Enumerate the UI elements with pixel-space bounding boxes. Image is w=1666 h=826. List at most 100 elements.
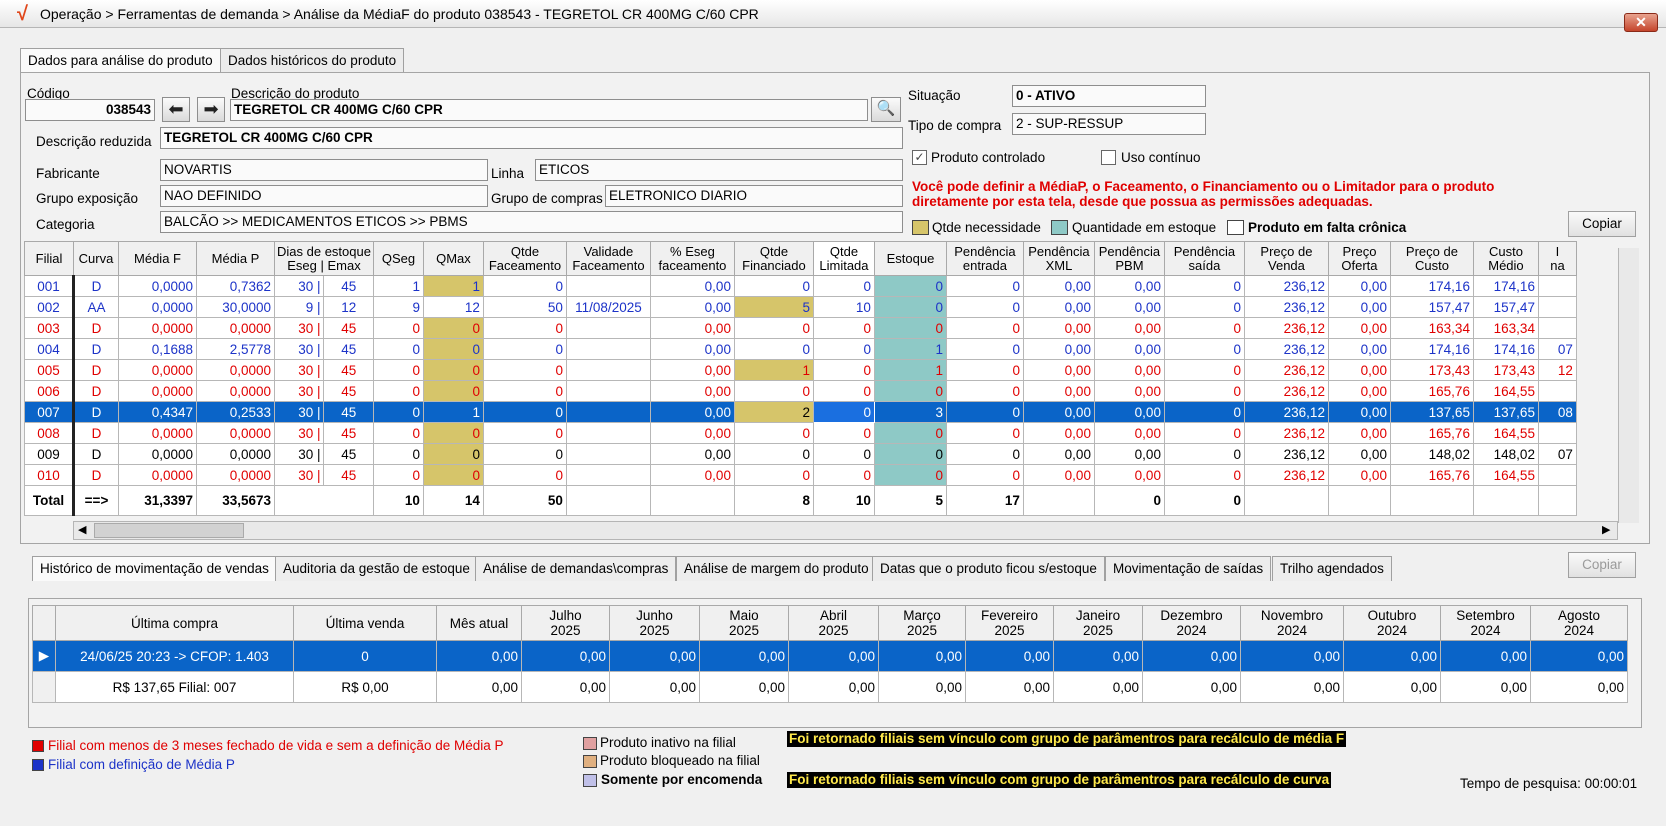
grid-cell[interactable]: 0 (372, 443, 424, 465)
col-media-p[interactable]: Média P (196, 241, 275, 276)
tab-trilho-agendados[interactable]: Trilho agendados (1272, 556, 1392, 581)
grid-cell[interactable]: 0,00 (649, 464, 735, 486)
grid-cell[interactable]: 1 (873, 338, 947, 360)
grid-cell[interactable]: 0,00 (1022, 422, 1095, 444)
grid-cell[interactable]: 0 (372, 401, 424, 423)
grid-cell[interactable]: 0,00 (1093, 275, 1165, 297)
grid-cell[interactable]: D (73, 380, 119, 402)
col-preco-oferta[interactable]: Preço Oferta (1327, 241, 1391, 276)
grid-cell[interactable] (1537, 296, 1577, 318)
grid-cell[interactable]: 0 (422, 380, 484, 402)
copy-button-bottom[interactable]: Copiar (1568, 552, 1636, 578)
grid-cell[interactable]: 0 (733, 380, 814, 402)
grid-cell[interactable]: 0,00 (1022, 296, 1095, 318)
fabricante-field[interactable]: NOVARTIS (160, 159, 488, 181)
grid-cell[interactable]: 45 (323, 275, 374, 297)
tab-historico-vendas[interactable]: Histórico de movimentação de vendas (32, 556, 277, 581)
history-cell[interactable]: 0,00 (1053, 671, 1143, 703)
grid-cell[interactable]: 0,00 (1022, 464, 1095, 486)
grid-cell[interactable]: 0,00 (649, 275, 735, 297)
grid-cell[interactable]: 45 (323, 380, 374, 402)
col-preco-custo[interactable]: Preço de Custo (1389, 241, 1474, 276)
grid-cell[interactable] (565, 443, 651, 465)
grid-cell[interactable]: 0,0000 (196, 422, 275, 444)
grid-cell[interactable]: 0 (945, 296, 1024, 318)
grid-cell[interactable]: 0,00 (649, 296, 735, 318)
grid-cell[interactable]: 0 (422, 338, 484, 360)
grid-cell[interactable]: 0,00 (1327, 422, 1391, 444)
next-product-button[interactable]: ➡ (197, 97, 225, 122)
col-qmax[interactable]: QMax (422, 241, 484, 276)
grid-cell[interactable]: 236,12 (1243, 275, 1329, 297)
grupo-compras-field[interactable]: ELETRONICO DIARIO (605, 185, 903, 207)
grid-cell[interactable]: 0,0000 (196, 443, 275, 465)
grid-cell[interactable]: 0 (733, 317, 814, 339)
copy-button-top[interactable]: Copiar (1568, 211, 1636, 237)
grid-cell[interactable] (565, 422, 651, 444)
grid-cell[interactable]: 9 | (273, 296, 324, 318)
grid-cell[interactable]: 0 (482, 422, 567, 444)
history-cell[interactable]: 0,00 (436, 640, 522, 672)
history-cell[interactable]: 0,00 (609, 640, 700, 672)
grid-cell[interactable]: 0 (1163, 296, 1245, 318)
grid-cell[interactable] (1537, 422, 1577, 444)
history-cell[interactable]: 0,00 (878, 671, 966, 703)
history-cell[interactable]: 0,00 (788, 640, 879, 672)
grid-cell[interactable]: 0,00 (1327, 296, 1391, 318)
grid-cell[interactable]: 174,16 (1389, 338, 1474, 360)
history-cell[interactable]: 24/06/25 20:23 -> CFOP: 1.403 (55, 640, 294, 672)
categoria-field[interactable]: BALCÃO >> MEDICAMENTOS ETICOS >> PBMS (160, 211, 903, 233)
grid-cell[interactable]: 0 (812, 401, 875, 423)
grid-cell[interactable]: 30,0000 (196, 296, 275, 318)
grid-cell[interactable]: 165,76 (1389, 464, 1474, 486)
tab-dados-analise[interactable]: Dados para análise do produto (20, 48, 221, 73)
grid-cell[interactable]: 0 (372, 464, 424, 486)
table-row[interactable]: 010 D 0,0000 0,0000 30 | 45 0 0 0 0,00 0 0 0 0 0,00 0,0… (24, 464, 1577, 486)
history-cell[interactable]: R$ 0,00 (293, 671, 437, 703)
history-cell[interactable]: 0,00 (699, 671, 789, 703)
grid-cell[interactable]: 0 (1163, 422, 1245, 444)
grid-cell[interactable]: 0 (482, 275, 567, 297)
grid-cell[interactable]: 0,00 (1022, 443, 1095, 465)
grid-cell[interactable]: 0,0000 (118, 380, 197, 402)
col-ultima-compra[interactable]: Última compra (55, 605, 294, 641)
grid-cell[interactable]: 0 (812, 338, 875, 360)
grid-cell[interactable]: 0,0000 (118, 275, 197, 297)
grid-cell[interactable]: D (73, 275, 119, 297)
grid-cell[interactable]: 0 (422, 317, 484, 339)
grid-cell[interactable]: 0,7362 (196, 275, 275, 297)
grid-cell[interactable]: 0 (873, 317, 947, 339)
grid-cell[interactable]: 001 (24, 275, 75, 297)
history-cell[interactable]: 0,00 (1440, 671, 1531, 703)
col-setembro-2024[interactable]: Setembro 2024 (1440, 605, 1531, 641)
grid-cell[interactable]: 0 (733, 422, 814, 444)
grid-cell[interactable]: 0 (482, 443, 567, 465)
grid-cell[interactable]: 0 (372, 380, 424, 402)
grid-cell[interactable]: 006 (24, 380, 75, 402)
grid-cell[interactable]: 009 (24, 443, 75, 465)
grid-cell[interactable]: 0 (422, 464, 484, 486)
col-preco-venda[interactable]: Preço de Venda (1243, 241, 1329, 276)
history-cell[interactable]: 0,00 (1142, 671, 1241, 703)
col-estoque[interactable]: Estoque (873, 241, 947, 276)
grid-cell[interactable]: 0 (482, 359, 567, 381)
table-row[interactable]: 005 D 0,0000 0,0000 30 | 45 0 0 0 0,00 1 0 1 0 0,00 0,0… (24, 359, 1577, 381)
col-qtde-limitada[interactable]: Qtde Limitada (812, 241, 875, 276)
grid-cell[interactable]: 164,55 (1472, 380, 1539, 402)
grid-cell[interactable]: 12 (1537, 359, 1577, 381)
grid-cell[interactable]: 0,00 (649, 359, 735, 381)
descricao-field[interactable]: TEGRETOL CR 400MG C/60 CPR (230, 99, 868, 121)
grid-cell[interactable]: 163,34 (1389, 317, 1474, 339)
grid-cell[interactable]: 0 (1163, 359, 1245, 381)
grid-cell[interactable] (1537, 317, 1577, 339)
grid-cell[interactable]: 30 | (273, 422, 324, 444)
grid-cell[interactable]: 0 (945, 380, 1024, 402)
grid-cell[interactable]: 0,0000 (118, 422, 197, 444)
situacao-field[interactable]: 0 - ATIVO (1012, 85, 1206, 107)
table-row[interactable]: 003 D 0,0000 0,0000 30 | 45 0 0 0 0,00 0 0 0 0 0,00 0,0… (24, 317, 1577, 339)
grid-cell[interactable]: 174,16 (1472, 338, 1539, 360)
grid-cell[interactable]: AA (73, 296, 119, 318)
grid-cell[interactable]: 0,00 (1327, 317, 1391, 339)
col-julho-2025[interactable]: Julho 2025 (521, 605, 610, 641)
history-cell[interactable]: 0,00 (1053, 640, 1143, 672)
